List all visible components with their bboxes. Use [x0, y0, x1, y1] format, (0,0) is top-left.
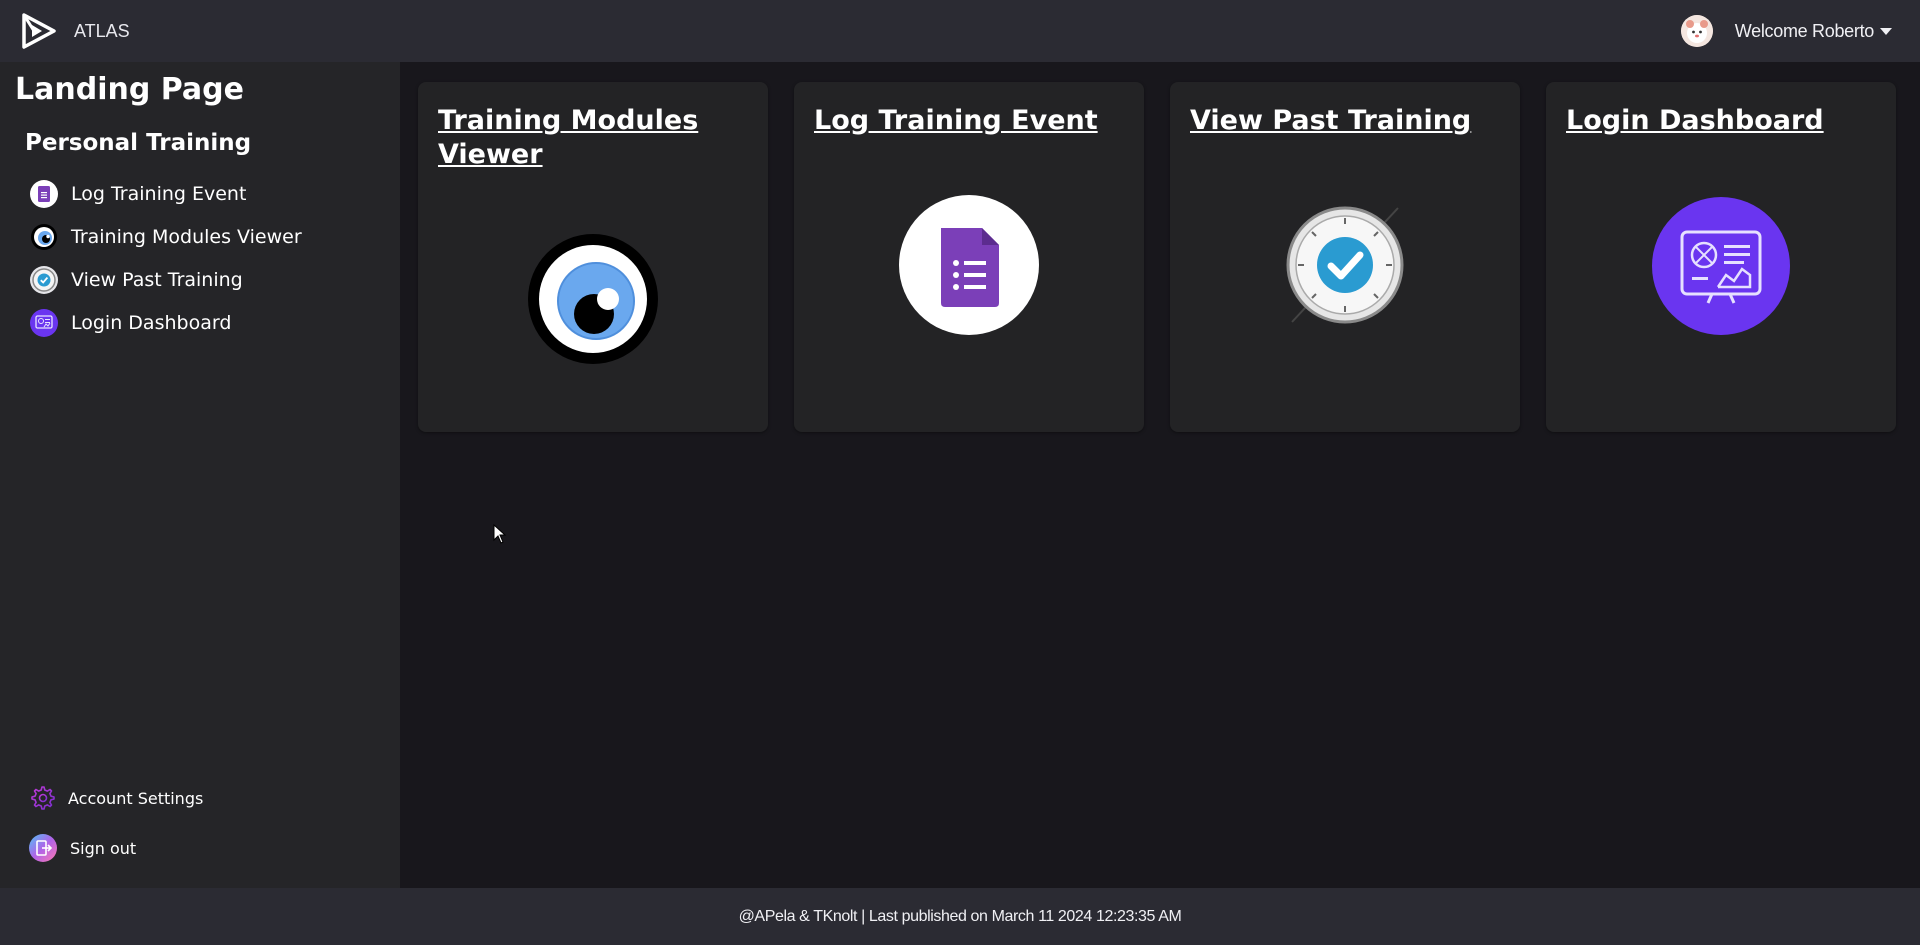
gear-icon [31, 786, 55, 810]
brand[interactable]: ATLAS [20, 13, 130, 49]
chevron-down-icon [1880, 27, 1892, 35]
card-title[interactable]: View Past Training [1190, 104, 1500, 138]
avatar-icon [1680, 15, 1713, 47]
sidebar-item-label: View Past Training [71, 268, 243, 291]
sidebar-item-log-training-event[interactable]: Log Training Event [30, 172, 302, 215]
sidebar-item-label: Log Training Event [71, 182, 247, 205]
card-login-dashboard[interactable]: Login Dashboard [1546, 82, 1896, 432]
account-settings-label: Account Settings [68, 788, 204, 808]
sidebar: Landing Page Personal Training Log Train… [0, 62, 400, 888]
form-icon [899, 195, 1039, 335]
card-title[interactable]: Log Training Event [814, 104, 1124, 138]
account-settings-link[interactable]: Account Settings [28, 773, 203, 823]
card-log-training-event[interactable]: Log Training Event [794, 82, 1144, 432]
top-navbar: ATLAS Welcome Roberto [0, 0, 1920, 62]
form-icon [30, 179, 58, 208]
atlas-logo-icon [22, 13, 56, 49]
eye-icon [528, 234, 658, 364]
card-training-modules-viewer[interactable]: Training Modules Viewer [418, 82, 768, 432]
user-menu[interactable]: Welcome Roberto [1680, 0, 1892, 62]
card-title[interactable]: Login Dashboard [1566, 104, 1876, 138]
mouse-cursor-icon [493, 524, 507, 544]
section-heading: Personal Training [25, 130, 252, 156]
sidebar-item-login-dashboard[interactable]: Login Dashboard [30, 301, 302, 344]
welcome-text: Welcome Roberto [1734, 20, 1875, 41]
sidebar-bottom-nav: Account Settings Sign out [28, 773, 203, 873]
footer-text: @APela & TKnolt | Last published on Marc… [738, 907, 1182, 925]
sidebar-item-label: Login Dashboard [71, 311, 232, 334]
footer: @APela & TKnolt | Last published on Marc… [0, 888, 1920, 945]
sign-out-label: Sign out [70, 838, 137, 858]
card-grid: Training Modules Viewer Log Training Eve… [418, 82, 1920, 432]
user-dropdown[interactable]: Welcome Roberto [1735, 21, 1892, 42]
sidebar-item-label: Training Modules Viewer [71, 225, 302, 248]
page-title: Landing Page [15, 72, 244, 107]
dashboard-icon [1652, 197, 1790, 335]
card-title[interactable]: Training Modules Viewer [438, 104, 748, 172]
dashboard-icon [30, 308, 58, 337]
card-view-past-training[interactable]: View Past Training [1170, 82, 1520, 432]
sidebar-item-view-past-training[interactable]: View Past Training [30, 258, 302, 301]
app-name: ATLAS [74, 20, 130, 41]
sign-out-link[interactable]: Sign out [28, 823, 203, 873]
avatar[interactable] [1680, 15, 1713, 47]
sign-out-icon [29, 834, 57, 862]
clock-check-icon [1280, 200, 1410, 330]
clock-check-icon [30, 265, 58, 294]
eye-icon [30, 223, 58, 251]
sidebar-item-training-modules-viewer[interactable]: Training Modules Viewer [30, 215, 302, 258]
sidebar-nav: Log Training Event Training Modules View… [30, 172, 302, 344]
